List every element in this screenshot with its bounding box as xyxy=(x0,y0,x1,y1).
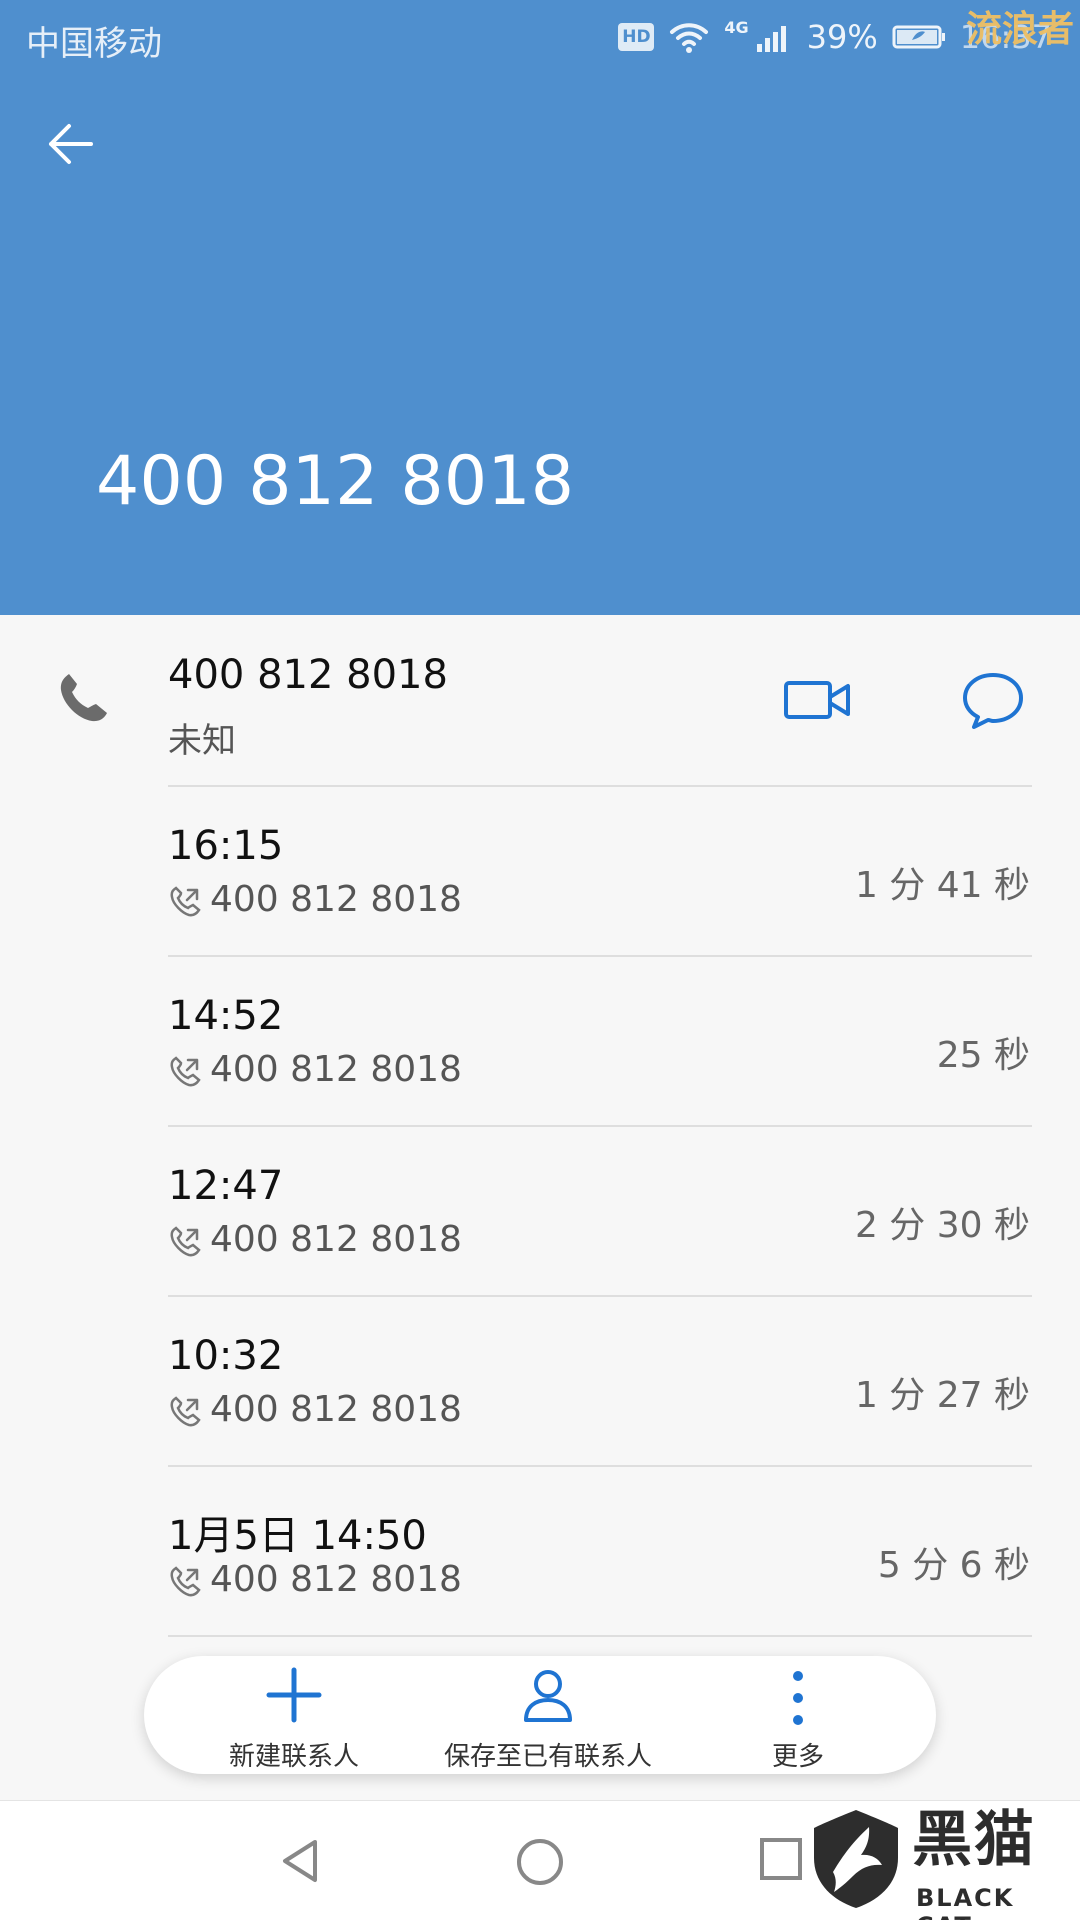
watermark-brand-sub: BLACK CAT xyxy=(916,1884,1015,1920)
battery-icon xyxy=(892,25,945,49)
contact-label: 未知 xyxy=(168,721,236,761)
call-duration: 1 分 27 秒 xyxy=(854,1375,1030,1416)
incoming-call-icon xyxy=(170,886,201,917)
watermark-brand: 黑猫 xyxy=(912,1805,1036,1875)
call-log-row[interactable]: 1月5日 14:50 400 812 8018 5 分 6 秒 xyxy=(0,1467,1080,1637)
incoming-call-icon xyxy=(170,1226,201,1257)
call-time: 12:47 xyxy=(168,1163,284,1209)
call-number: 400 812 8018 xyxy=(210,1049,462,1090)
nav-back-button[interactable] xyxy=(275,1836,325,1886)
call-time: 16:15 xyxy=(168,823,284,869)
new-contact-label: 新建联系人 xyxy=(228,1742,359,1772)
call-number: 400 812 8018 xyxy=(210,879,462,920)
divider xyxy=(168,1635,1032,1637)
wifi-icon xyxy=(670,23,709,53)
contact-primary-row: 400 812 8018 未知 xyxy=(0,615,1080,785)
call-time: 1月5日 14:50 xyxy=(168,1513,427,1559)
contact-actions-bar: 新建联系人 保存至已有联系人 更多 xyxy=(144,1656,936,1774)
corner-watermark: 流浪者 xyxy=(965,9,1074,50)
network-indicator: 4G xyxy=(724,17,749,37)
signal-icon xyxy=(756,26,786,52)
more-vertical-icon xyxy=(793,1671,803,1725)
person-icon xyxy=(524,1670,572,1722)
black-cat-watermark: 黑猫 BLACK CAT xyxy=(808,1804,1070,1920)
more-button[interactable]: 更多 xyxy=(758,1656,838,1774)
nav-recent-apps-button[interactable] xyxy=(758,1836,804,1882)
contact-number: 400 812 8018 xyxy=(168,652,448,698)
call-duration: 2 分 30 秒 xyxy=(854,1205,1030,1246)
new-contact-button[interactable]: 新建联系人 xyxy=(214,1656,374,1774)
status-bar: 中国移动 HD 4G 39% 16:37 xyxy=(0,0,1080,76)
carrier-name: 中国移动 xyxy=(26,24,162,64)
more-label: 更多 xyxy=(771,1742,824,1772)
save-existing-contact-button[interactable]: 保存至已有联系人 xyxy=(418,1656,678,1774)
call-number: 400 812 8018 xyxy=(210,1559,462,1600)
call-log-row[interactable]: 12:47 400 812 8018 2 分 30 秒 xyxy=(0,1127,1080,1297)
call-time: 10:32 xyxy=(168,1333,284,1379)
add-icon xyxy=(266,1667,322,1723)
battery-percent: 39% xyxy=(806,18,878,56)
call-number: 400 812 8018 xyxy=(210,1219,462,1260)
call-duration: 1 分 41 秒 xyxy=(854,865,1030,906)
call-number: 400 812 8018 xyxy=(210,1389,462,1430)
call-time: 14:52 xyxy=(168,993,284,1039)
call-log-row[interactable]: 14:52 400 812 8018 25 秒 xyxy=(0,957,1080,1127)
phone-icon xyxy=(60,674,107,722)
message-button[interactable] xyxy=(960,669,1026,731)
contact-title-number: 400 812 8018 xyxy=(96,442,575,521)
call-log-row[interactable]: 16:15 400 812 8018 1 分 41 秒 xyxy=(0,787,1080,957)
incoming-call-icon xyxy=(170,1056,201,1087)
hd-icon: HD xyxy=(618,23,655,51)
call-duration: 25 秒 xyxy=(936,1035,1030,1076)
nav-home-button[interactable] xyxy=(514,1836,566,1888)
call-log-row[interactable]: 10:32 400 812 8018 1 分 27 秒 xyxy=(0,1297,1080,1467)
incoming-call-icon xyxy=(170,1396,201,1427)
black-cat-logo-icon xyxy=(814,1810,898,1908)
video-call-button[interactable] xyxy=(782,673,852,727)
phone-screen: 中国移动 HD 4G 39% 16:37 400 812 8018 400 81… xyxy=(0,0,1080,1920)
incoming-call-icon xyxy=(170,1566,201,1597)
save-existing-contact-label: 保存至已有联系人 xyxy=(443,1742,652,1772)
back-button[interactable] xyxy=(34,108,106,180)
contact-header: 中国移动 HD 4G 39% 16:37 400 812 8018 xyxy=(0,0,1080,615)
back-arrow-icon xyxy=(49,124,93,164)
call-duration: 5 分 6 秒 xyxy=(877,1545,1030,1586)
contact-details: 400 812 8018 未知 16:15 400 812 8018 1 分 4… xyxy=(0,615,1080,1795)
